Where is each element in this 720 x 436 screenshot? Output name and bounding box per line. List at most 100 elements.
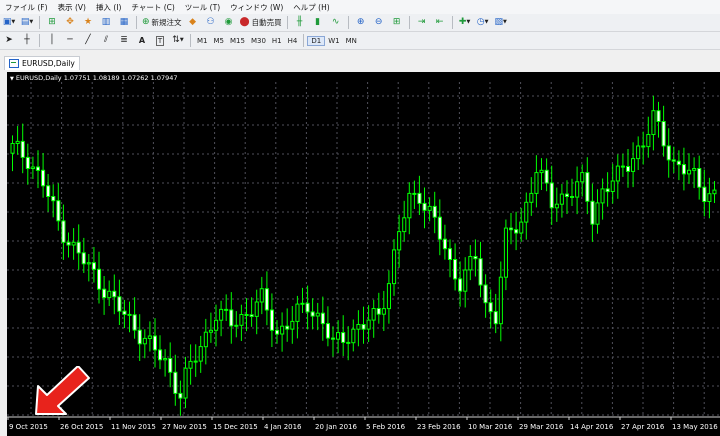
candle-bear: [285, 325, 290, 330]
candle-bear: [549, 182, 554, 209]
x-tick-label: 29 Mar 2016: [519, 423, 564, 431]
candle-bull: [254, 301, 259, 317]
metaeditor-icon: ◆: [189, 17, 196, 27]
candle-bull: [646, 134, 651, 148]
timeframe-w1[interactable]: W1: [325, 37, 342, 45]
text-label-tool[interactable]: T: [152, 34, 168, 48]
strategy-tester-button[interactable]: ▦: [116, 16, 132, 30]
menu-item-0[interactable]: ファイル (F): [0, 2, 53, 13]
terminal-icon: ▥: [101, 17, 111, 27]
x-tick-label: 9 Oct 2015: [9, 423, 48, 431]
candle-bull: [356, 324, 361, 330]
candle-bear: [331, 337, 336, 340]
cursor-tool[interactable]: ➤: [1, 34, 17, 48]
candle-bear: [117, 296, 122, 312]
candle-bull: [71, 241, 76, 246]
candle-bear: [81, 252, 86, 265]
candle-bear: [20, 140, 25, 158]
auto-trading-button[interactable]: ⬤ 自動売買: [239, 16, 283, 30]
arrows-icon: ⇅: [172, 35, 180, 45]
toolbar-separator: [347, 16, 349, 29]
candle-bear: [127, 313, 132, 316]
chevron-down-icon: ▼: [466, 19, 471, 25]
price-chart[interactable]: 9 Oct 2015 26 Oct 2015 11 Nov 2015 27 Nov 2…: [7, 72, 720, 436]
menu-item-3[interactable]: チャート (C): [126, 2, 179, 13]
candle-bear: [158, 349, 163, 361]
red-arrow-annotation: [35, 366, 90, 415]
x-tick-label: 27 Apr 2016: [621, 423, 665, 431]
x-tick-label: 27 Nov 2015: [162, 423, 207, 431]
new-order-button[interactable]: ⊕ 新規注文: [141, 16, 183, 30]
market-button[interactable]: ◉: [221, 16, 237, 30]
chart-shift-button[interactable]: ⇤: [432, 16, 448, 30]
menu-item-6[interactable]: ヘルプ (H): [288, 2, 334, 13]
horizontal-line-tool[interactable]: ─: [62, 34, 78, 48]
menu-item-2[interactable]: 挿入 (I): [91, 2, 126, 13]
timeframe-m1[interactable]: M1: [194, 37, 211, 45]
fibonacci-tool[interactable]: ≣: [116, 34, 132, 48]
vertical-line-tool[interactable]: │: [44, 34, 60, 48]
candle-bear: [229, 309, 234, 327]
candle-bear: [447, 248, 452, 260]
candle-bull: [188, 360, 193, 369]
candle-bull: [290, 320, 295, 330]
candle-bull: [534, 172, 539, 194]
x-tick-label: 20 Jan 2016: [315, 423, 358, 431]
timeframe-m15[interactable]: M15: [227, 37, 248, 45]
menu-item-1[interactable]: 表示 (V): [53, 2, 91, 13]
candle-bear: [46, 185, 51, 198]
x-tick-label: 11 Nov 2015: [111, 423, 156, 431]
indicators-button[interactable]: ✚ ▼: [457, 16, 473, 30]
candlestick-button[interactable]: ▮: [310, 16, 326, 30]
chart-window-icon: [9, 59, 19, 68]
candle-bull: [707, 193, 712, 202]
new-chart-button[interactable]: ▣ ▼: [1, 16, 17, 30]
new-order-label: 新規注文: [151, 18, 182, 27]
zoom-in-button[interactable]: ⊕: [353, 16, 369, 30]
candle-bull: [366, 319, 371, 330]
metaeditor-button[interactable]: ◆: [185, 16, 201, 30]
new-chart-icon: ▣: [2, 17, 12, 27]
candle-bear: [91, 262, 97, 270]
data-window-icon: ✥: [66, 17, 74, 27]
zoom-out-button[interactable]: ⊖: [371, 16, 387, 30]
timeframe-m5[interactable]: M5: [211, 37, 228, 45]
menu-item-4[interactable]: ツール (T): [180, 2, 225, 13]
crosshair-tool[interactable]: ┼: [19, 34, 35, 48]
candle-bull: [412, 192, 417, 195]
text-tool[interactable]: A: [134, 34, 150, 48]
templates-button[interactable]: ▧ ▼: [493, 16, 509, 30]
chart-tab-eurusd[interactable]: EURUSD,Daily: [4, 56, 80, 70]
periods-button[interactable]: ◷ ▼: [475, 16, 491, 30]
timeframe-mn[interactable]: MN: [343, 37, 360, 45]
timeframe-h1[interactable]: H1: [269, 37, 285, 45]
trendline-icon: ╱: [85, 35, 91, 45]
candle-bear: [325, 323, 330, 339]
trendline-tool[interactable]: ╱: [80, 34, 96, 48]
chart-window[interactable]: 9 Oct 2015 26 Oct 2015 11 Nov 2015 27 Nov 2…: [7, 72, 720, 436]
candle-bull: [463, 269, 468, 292]
candle-bear: [564, 193, 570, 197]
timeframe-m30[interactable]: M30: [248, 37, 269, 45]
menu-item-5[interactable]: ウィンドウ (W): [225, 2, 288, 13]
timeframe-h4[interactable]: H4: [285, 37, 301, 45]
arrows-tool[interactable]: ⇅ ▼: [170, 34, 186, 48]
timeframe-d1[interactable]: D1: [307, 35, 326, 46]
candle-bull: [427, 205, 432, 211]
market-watch-button[interactable]: ⊞: [44, 16, 60, 30]
bar-chart-button[interactable]: ╫: [292, 16, 308, 30]
candle-bear: [173, 371, 178, 394]
auto-scroll-button[interactable]: ⇥: [414, 16, 430, 30]
data-window-button[interactable]: ✥: [62, 16, 78, 30]
profiles-button[interactable]: ▤ ▼: [19, 16, 35, 30]
terminal-button[interactable]: ▥: [98, 16, 114, 30]
candle-bear: [458, 278, 463, 292]
equidistant-channel-tool[interactable]: ⫽: [98, 34, 114, 48]
signals-button[interactable]: ⚇: [203, 16, 219, 30]
tile-windows-button[interactable]: ⊞: [389, 16, 405, 30]
line-chart-button[interactable]: ∿: [328, 16, 344, 30]
candle-bear: [341, 332, 346, 343]
candle-bear: [97, 268, 102, 290]
candle-bull: [30, 166, 35, 169]
navigator-button[interactable]: ★: [80, 16, 96, 30]
